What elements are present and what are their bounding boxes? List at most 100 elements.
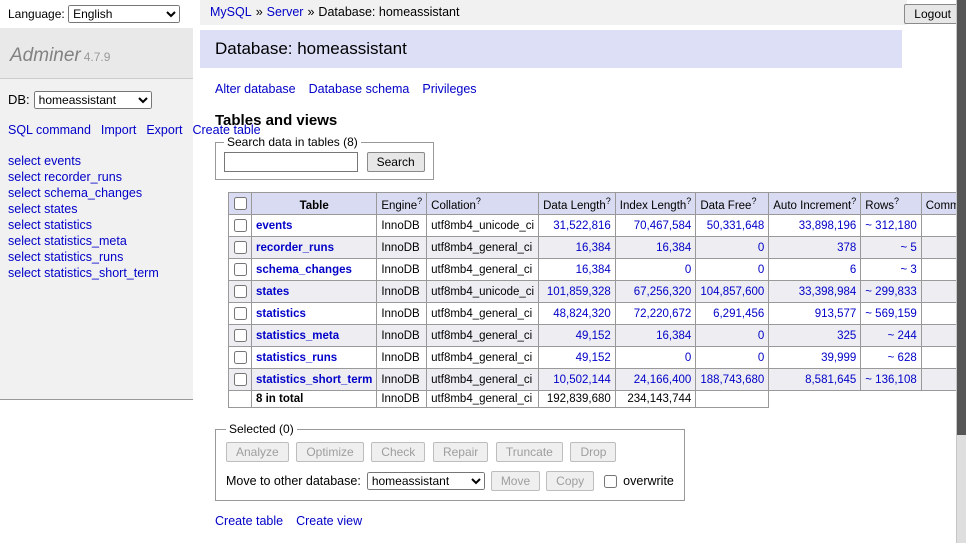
search-input[interactable] [224, 152, 358, 172]
table-name-link[interactable]: statistics_meta [256, 330, 339, 342]
auto-increment-cell[interactable]: 378 [769, 237, 861, 259]
auto-increment-cell[interactable]: 913,577 [769, 303, 861, 325]
export-link[interactable]: Export [146, 123, 182, 137]
select-table-link[interactable]: select schema_changes [8, 186, 142, 200]
data-length-cell[interactable]: 101,859,328 [539, 281, 616, 303]
database-schema-link[interactable]: Database schema [309, 82, 410, 96]
data-free-cell[interactable]: 0 [696, 325, 769, 347]
row-checkbox[interactable] [234, 241, 247, 254]
auto-increment-cell[interactable]: 33,398,984 [769, 281, 861, 303]
data-length-cell[interactable]: 16,384 [539, 237, 616, 259]
index-length-cell[interactable]: 0 [615, 347, 696, 369]
data-free-cell[interactable]: 0 [696, 347, 769, 369]
db-select[interactable]: homeassistant [34, 91, 152, 109]
index-length-cell[interactable]: 70,467,584 [615, 215, 696, 237]
column-help-link[interactable]: ? [417, 196, 422, 206]
move-button[interactable]: Move [491, 471, 540, 491]
data-free-cell[interactable]: 104,857,600 [696, 281, 769, 303]
rows-count-cell[interactable]: ~ 628 [861, 347, 921, 369]
select-table-link[interactable]: select events [8, 154, 81, 168]
table-name-link[interactable]: states [256, 286, 289, 298]
index-length-cell[interactable]: 24,166,400 [615, 369, 696, 391]
row-checkbox[interactable] [234, 329, 247, 342]
data-length-cell[interactable]: 49,152 [539, 347, 616, 369]
breadcrumb-server-link[interactable]: Server [267, 5, 304, 19]
table-name-link[interactable]: events [256, 220, 292, 232]
data-free-cell[interactable]: 0 [696, 259, 769, 281]
rows-count-cell[interactable]: ~ 299,833 [861, 281, 921, 303]
index-length-cell[interactable]: 0 [615, 259, 696, 281]
row-checkbox[interactable] [234, 373, 247, 386]
data-length-cell[interactable]: 31,522,816 [539, 215, 616, 237]
select-table-link[interactable]: select statistics_short_term [8, 266, 159, 280]
data-length-cell[interactable]: 48,824,320 [539, 303, 616, 325]
row-checkbox[interactable] [234, 351, 247, 364]
auto-increment-cell[interactable]: 6 [769, 259, 861, 281]
privileges-link[interactable]: Privileges [422, 82, 476, 96]
vertical-scrollbar[interactable] [956, 0, 966, 543]
rows-count-cell[interactable]: ~ 244 [861, 325, 921, 347]
row-checkbox[interactable] [234, 285, 247, 298]
sql-command-link[interactable]: SQL command [8, 123, 91, 137]
search-button[interactable]: Search [367, 152, 425, 172]
select-all-checkbox[interactable] [234, 197, 247, 210]
import-link[interactable]: Import [101, 123, 136, 137]
column-help-link[interactable]: ? [894, 196, 899, 206]
column-help-link[interactable]: ? [751, 196, 756, 206]
select-table-link[interactable]: select statistics [8, 218, 92, 232]
index-length-cell[interactable]: 67,256,320 [615, 281, 696, 303]
column-help-link[interactable]: ? [606, 196, 611, 206]
table-name-link[interactable]: schema_changes [256, 264, 352, 276]
row-checkbox[interactable] [234, 263, 247, 276]
table-action-button[interactable]: Analyze [226, 442, 289, 462]
table-action-button[interactable]: Optimize [296, 442, 363, 462]
select-table-link[interactable]: select recorder_runs [8, 170, 122, 184]
table-name-link[interactable]: statistics_short_term [256, 374, 372, 386]
table-name-link[interactable]: statistics_runs [256, 352, 337, 364]
select-table-link[interactable]: select statistics_meta [8, 234, 127, 248]
alter-database-link[interactable]: Alter database [215, 82, 296, 96]
data-length-cell[interactable]: 10,502,144 [539, 369, 616, 391]
row-checkbox[interactable] [234, 219, 247, 232]
rows-count-cell[interactable]: ~ 3 [861, 259, 921, 281]
auto-increment-cell[interactable]: 39,999 [769, 347, 861, 369]
copy-button[interactable]: Copy [546, 471, 594, 491]
scrollbar-thumb[interactable] [957, 0, 966, 435]
index-length-cell[interactable]: 16,384 [615, 325, 696, 347]
rows-count-cell[interactable]: ~ 569,159 [861, 303, 921, 325]
logout-button[interactable]: Logout [904, 4, 961, 24]
table-action-button[interactable]: Check [371, 442, 425, 462]
rows-count-cell[interactable]: ~ 312,180 [861, 215, 921, 237]
table-name-link[interactable]: statistics [256, 308, 306, 320]
column-help-link[interactable]: ? [851, 196, 856, 206]
create-table-link[interactable]: Create table [215, 514, 283, 528]
auto-increment-cell[interactable]: 325 [769, 325, 861, 347]
select-table-link[interactable]: select statistics_runs [8, 250, 123, 264]
column-help-link[interactable]: ? [686, 196, 691, 206]
table-action-button[interactable]: Drop [570, 442, 616, 462]
data-length-cell[interactable]: 16,384 [539, 259, 616, 281]
auto-increment-cell[interactable]: 8,581,645 [769, 369, 861, 391]
index-length-cell[interactable]: 16,384 [615, 237, 696, 259]
data-length-cell[interactable]: 49,152 [539, 325, 616, 347]
data-free-cell[interactable]: 188,743,680 [696, 369, 769, 391]
data-free-cell[interactable]: 50,331,648 [696, 215, 769, 237]
data-free-cell[interactable]: 6,291,456 [696, 303, 769, 325]
rows-count-cell[interactable]: ~ 5 [861, 237, 921, 259]
move-database-select[interactable]: homeassistant [367, 472, 485, 490]
table-action-button[interactable]: Truncate [496, 442, 563, 462]
table-name-link[interactable]: recorder_runs [256, 242, 334, 254]
table-action-button[interactable]: Repair [433, 442, 488, 462]
select-table-link[interactable]: select states [8, 202, 77, 216]
auto-increment-cell[interactable]: 33,898,196 [769, 215, 861, 237]
data-free-cell[interactable]: 0 [696, 237, 769, 259]
overwrite-checkbox[interactable] [604, 475, 617, 488]
row-checkbox[interactable] [234, 307, 247, 320]
row-select-cell [229, 215, 252, 237]
breadcrumb-mysql-link[interactable]: MySQL [210, 5, 252, 19]
language-select[interactable]: English [68, 5, 180, 23]
column-help-link[interactable]: ? [476, 196, 481, 206]
index-length-cell[interactable]: 72,220,672 [615, 303, 696, 325]
create-view-link[interactable]: Create view [296, 514, 362, 528]
rows-count-cell[interactable]: ~ 136,108 [861, 369, 921, 391]
